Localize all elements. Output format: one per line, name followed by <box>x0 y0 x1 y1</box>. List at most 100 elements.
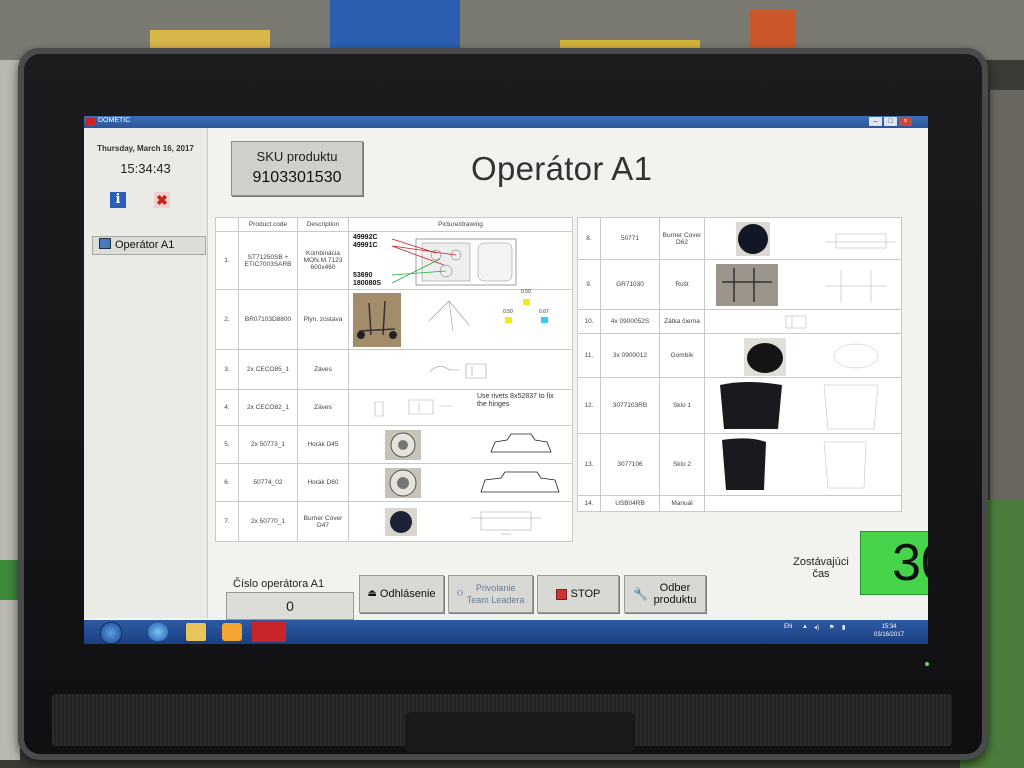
minimize-button[interactable]: – <box>869 117 882 126</box>
windows-taskbar: EN ▲ ◂) ⚑ ▮ 15:34 03/16/2017 <box>84 620 928 644</box>
header-product-code: Product code <box>238 217 298 232</box>
picture-cell <box>704 377 902 434</box>
value-050-a: 0.50 <box>521 289 531 295</box>
gas-assembly-photo <box>353 292 548 347</box>
table-row: 3. 2x CECO85_1 Záves <box>215 349 573 390</box>
taskbar-date: 03/16/2017 <box>874 632 905 638</box>
close-icon[interactable]: ✖ <box>154 192 170 208</box>
burner-cover-d62-images <box>735 221 896 256</box>
description: Sklo 1 <box>659 377 705 434</box>
app-brand: DOMETIC <box>98 117 131 124</box>
internet-explorer-icon[interactable] <box>148 623 168 641</box>
row-number: 7. <box>215 501 239 542</box>
monitor-chin <box>405 712 635 752</box>
description: Sklo 2 <box>659 433 705 496</box>
description: Rošt <box>659 259 705 310</box>
table-row: 7. 2x 50770_1 Burner Cover D47 <box>215 501 573 542</box>
picture-cell <box>704 259 902 310</box>
product-code: 2x 50770_1 <box>238 501 298 542</box>
info-icon[interactable]: i <box>110 192 126 208</box>
operator-number-label: Číslo operátora A1 <box>233 578 325 590</box>
row-number: 1. <box>215 231 239 290</box>
sku-box: SKU produktu 9103301530 <box>231 141 363 196</box>
volume-icon[interactable]: ◂) <box>814 624 819 631</box>
sidebar: Thursday, March 16, 2017 15:34:43 i ✖ Op… <box>84 128 208 618</box>
row-number: 4. <box>215 389 239 426</box>
description: Horák D45 <box>297 425 349 464</box>
picture-cell: Use rivets 8x52837 to fix the hinges <box>348 389 573 426</box>
media-player-icon[interactable] <box>222 623 242 641</box>
screen: DOMETIC – □ × Thursday, March 16, 2017 1… <box>84 116 928 644</box>
start-button[interactable] <box>100 622 122 644</box>
label-53690: 53690 <box>353 272 373 279</box>
picture-cell <box>348 501 573 542</box>
row-number: 2. <box>215 289 239 350</box>
picture-cell: 49992C 49991C 53690 180080S <box>348 231 573 290</box>
burner-cover-d47-images <box>384 507 541 536</box>
picture-cell: 0.50 0.50 0.67 <box>348 289 573 350</box>
burner-d45-images <box>384 429 552 460</box>
restore-button[interactable]: □ <box>884 117 897 126</box>
product-code: 50771 <box>600 217 660 260</box>
row-number: 8. <box>577 217 601 260</box>
operator-button[interactable]: Operátor A1 <box>92 236 206 255</box>
picture-cell <box>348 463 573 502</box>
monitor-icon <box>99 238 111 249</box>
product-code: USB04RB <box>600 495 660 512</box>
dometic-logo-icon <box>86 118 95 126</box>
operator-number-field[interactable]: 0 <box>226 592 354 620</box>
logout-button-label: Odhlásenie <box>379 588 436 600</box>
table-row: 2. BR07103D8800 Plyn. zostava 0.50 0.50 <box>215 289 573 350</box>
language-indicator[interactable]: EN <box>784 624 792 630</box>
dometic-app-icon[interactable] <box>252 622 286 642</box>
logout-button[interactable]: ⏏ Odhlásenie <box>359 575 444 613</box>
table-row: 13. 3077106 Sklo 2 <box>577 433 902 496</box>
stop-sign-icon <box>555 588 567 600</box>
window-close-button[interactable]: × <box>899 117 912 126</box>
row-number: 13. <box>577 433 601 496</box>
product-code: ST71250SB + ETIC7003SARB <box>238 231 298 290</box>
rivet-note: Use rivets 8x52837 to fix the hinges <box>477 393 554 408</box>
remaining-time-counter: 30 <box>860 531 928 595</box>
call-team-leader-label: Privolanie Team Leadera <box>466 583 525 605</box>
stop-button-label: STOP <box>570 588 601 600</box>
row-number: 6. <box>215 463 239 502</box>
description: Manuál <box>659 495 705 512</box>
product-code: GR71030 <box>600 259 660 310</box>
description: Záves <box>297 389 349 426</box>
stop-button[interactable]: STOP <box>537 575 619 613</box>
product-pickup-button[interactable]: 🔧 Odber produktu <box>624 575 706 613</box>
value-067: 0.67 <box>539 309 549 315</box>
burner-d60-images <box>384 467 560 498</box>
row-number: 10. <box>577 309 601 334</box>
page-title: Operátor A1 <box>471 150 653 187</box>
taskbar-clock[interactable]: 15:34 03/16/2017 <box>874 623 904 639</box>
row-number: 9. <box>577 259 601 310</box>
description: Kombinácia MON.M.7123 600x460 <box>297 231 349 290</box>
value-050-b: 0.50 <box>503 309 513 315</box>
plug-drawing <box>785 315 806 328</box>
file-explorer-icon[interactable] <box>186 623 206 641</box>
table-row: 9. GR71030 Rošt <box>577 259 902 310</box>
picture-cell <box>704 433 902 496</box>
flag-icon[interactable]: ⚑ <box>829 624 834 631</box>
glass-1-images <box>719 381 878 429</box>
tray-arrow-icon[interactable]: ▲ <box>802 624 808 630</box>
call-team-leader-button[interactable]: ⚇ Privolanie Team Leadera <box>448 575 533 613</box>
table-row: 12. 3077103RB Sklo 1 <box>577 377 902 434</box>
row-number: 14. <box>577 495 601 512</box>
product-code: 3x 0900012 <box>600 333 660 378</box>
eject-icon: ⏏ <box>367 588 377 599</box>
picture-cell <box>704 495 902 512</box>
product-code: 3077106 <box>600 433 660 496</box>
picture-cell <box>348 349 573 390</box>
hinge-drawing-2 <box>374 399 453 416</box>
description: Záves <box>297 349 349 390</box>
table-row: 4. 2x CECO82_1 Záves Use rivets 8x52837 … <box>215 389 573 426</box>
network-icon[interactable]: ▮ <box>842 624 845 631</box>
sink-drawing <box>391 238 516 285</box>
glass-2-images <box>721 437 866 490</box>
description: Burner Cover D47 <box>297 501 349 542</box>
remaining-time-label: Zostávajúci čas <box>793 556 849 580</box>
main-panel: SKU produktu 9103301530 Operátor A1 Prod… <box>209 128 928 620</box>
